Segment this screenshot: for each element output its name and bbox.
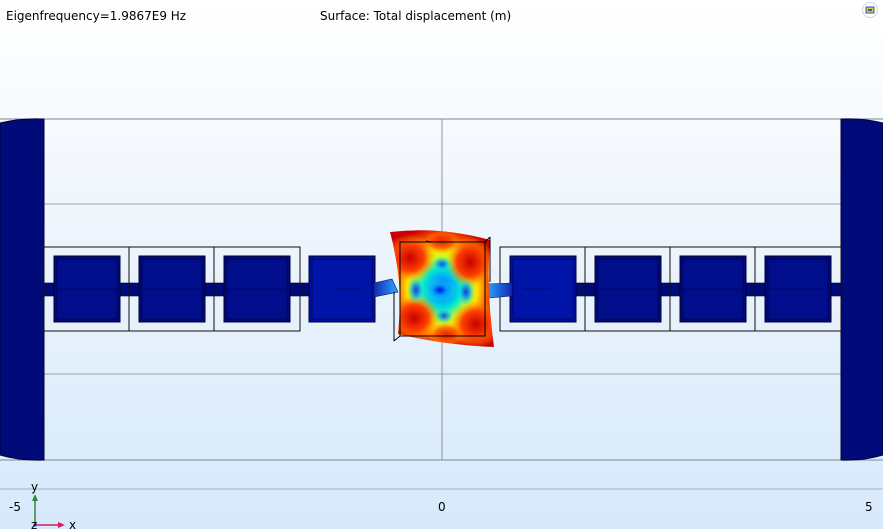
x-tick-label: 0 [438, 500, 446, 514]
triad-z-label: z [31, 518, 38, 532]
mass-6 [509, 255, 577, 323]
eigenfrequency-label: Eigenfrequency=1.9867E9 Hz [6, 9, 187, 23]
mass-2 [138, 255, 206, 323]
plot-canvas[interactable] [0, 0, 883, 529]
mass-8 [679, 255, 747, 323]
x-tick-label: 5 [865, 500, 873, 514]
x-tick-label: -5 [9, 500, 21, 514]
mass-3 [223, 255, 291, 323]
mass-1 [53, 255, 121, 323]
tether-right [485, 282, 513, 299]
mode-shape-resonator [390, 230, 494, 347]
triad-x-label: x [69, 518, 77, 532]
left-anchor [0, 118, 45, 461]
mass-7 [594, 255, 662, 323]
triad-y-label: y [31, 480, 39, 494]
mass-4 [308, 255, 376, 323]
right-anchor [840, 118, 883, 461]
view-settings-icon [865, 6, 875, 14]
view-settings-button[interactable] [862, 2, 878, 18]
mass-9 [764, 255, 832, 323]
surface-plot-label: Surface: Total displacement (m) [320, 9, 512, 23]
